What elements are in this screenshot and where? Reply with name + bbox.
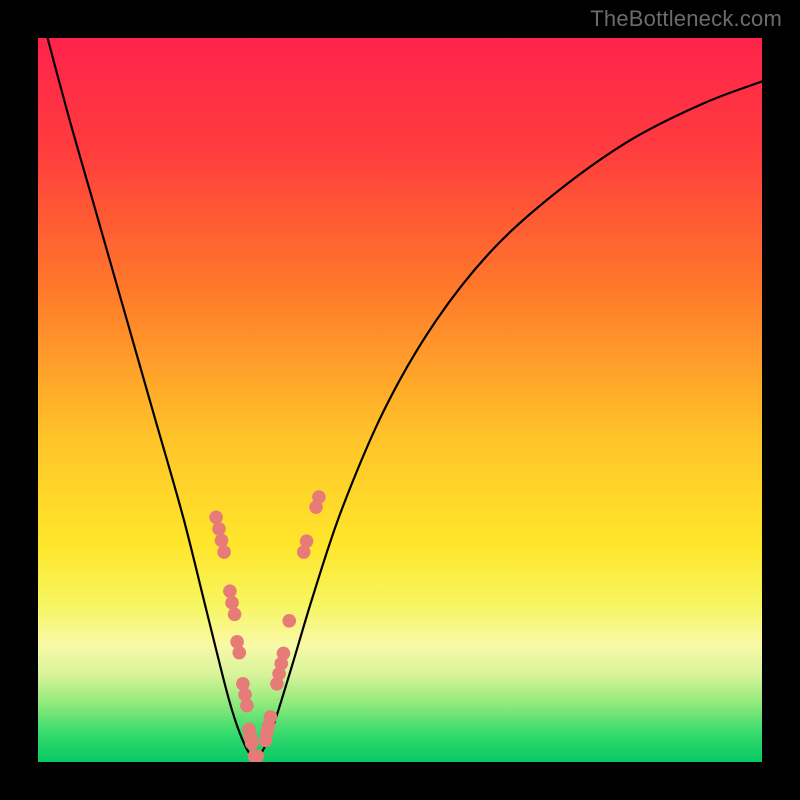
data-point-marker — [312, 490, 326, 504]
data-point-marker — [277, 647, 291, 661]
watermark-text: TheBottleneck.com — [590, 6, 782, 32]
data-point-marker — [282, 614, 296, 628]
data-point-marker — [212, 522, 226, 536]
data-point-marker — [240, 699, 254, 713]
data-point-marker — [300, 534, 314, 548]
data-point-marker — [217, 545, 231, 559]
marker-layer — [38, 38, 762, 762]
data-point-marker — [215, 534, 229, 548]
data-point-marker — [209, 510, 223, 524]
data-point-marker — [223, 584, 237, 598]
data-point-marker — [232, 646, 246, 660]
outer-frame: TheBottleneck.com — [0, 0, 800, 800]
data-point-marker — [228, 608, 242, 622]
data-point-marker — [225, 596, 239, 610]
data-point-marker — [264, 710, 278, 724]
data-point-marker — [245, 736, 259, 750]
plot-area — [38, 38, 762, 762]
